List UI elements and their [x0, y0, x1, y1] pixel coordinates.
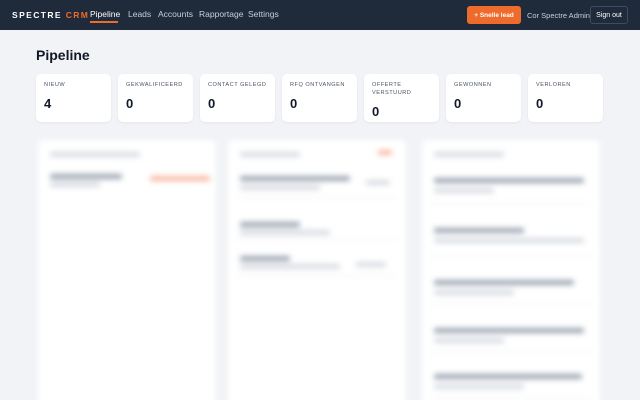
stat-value: 0 — [372, 104, 380, 119]
sign-out-button[interactable]: Sign out — [590, 6, 628, 24]
stat-label: NIEUW — [44, 82, 66, 88]
stat-label: GEWONNEN — [454, 82, 492, 88]
quick-lead-button[interactable]: + Snelle lead — [467, 6, 521, 24]
stat-label: RFQ ONTVANGEN — [290, 82, 345, 88]
user-name: Cor Spectre Admin — [527, 11, 590, 20]
nav-settings[interactable]: Settings — [248, 9, 279, 19]
blurred-panel — [38, 140, 216, 400]
page-title: Pipeline — [36, 47, 90, 63]
top-navbar: SPECTRE CRM Pipeline Leads Accounts Rapp… — [0, 0, 640, 30]
stat-card-rfq-ontvangen[interactable]: RFQ ONTVANGEN 0 — [282, 74, 357, 122]
stat-value: 0 — [536, 96, 544, 111]
nav-leads[interactable]: Leads — [128, 9, 151, 19]
blurred-content — [30, 130, 610, 400]
stat-card-nieuw[interactable]: NIEUW 4 — [36, 74, 111, 122]
stat-label: CONTACT GELEGD — [208, 82, 267, 88]
stat-card-contact-gelegd[interactable]: CONTACT GELEGD 0 — [200, 74, 275, 122]
blurred-panel — [422, 140, 600, 400]
brand-logo[interactable]: SPECTRE CRM — [12, 10, 89, 20]
active-nav-indicator — [90, 21, 118, 23]
stat-value: 0 — [208, 96, 216, 111]
stat-label: VERLOREN — [536, 82, 571, 88]
stat-card-gewonnen[interactable]: GEWONNEN 0 — [446, 74, 521, 122]
brand-accent: CRM — [65, 10, 90, 20]
stat-value: 0 — [454, 96, 462, 111]
stat-value: 0 — [290, 96, 298, 111]
nav-pipeline[interactable]: Pipeline — [90, 9, 120, 19]
stat-card-offerte-verstuurd[interactable]: OFFERTE VERSTUURD 0 — [364, 74, 439, 122]
stat-label: GEKWALIFICEERD — [126, 82, 183, 88]
blurred-panel — [228, 140, 406, 400]
brand-name: SPECTRE — [12, 10, 62, 20]
stat-label: OFFERTE VERSTUURD — [372, 82, 412, 96]
nav-accounts[interactable]: Accounts — [158, 9, 193, 19]
stat-value: 0 — [126, 96, 134, 111]
stat-value: 4 — [44, 96, 52, 111]
stat-card-gekwalificeerd[interactable]: GEKWALIFICEERD 0 — [118, 74, 193, 122]
stat-card-verloren[interactable]: VERLOREN 0 — [528, 74, 603, 122]
nav-rapportage[interactable]: Rapportage — [199, 9, 243, 19]
